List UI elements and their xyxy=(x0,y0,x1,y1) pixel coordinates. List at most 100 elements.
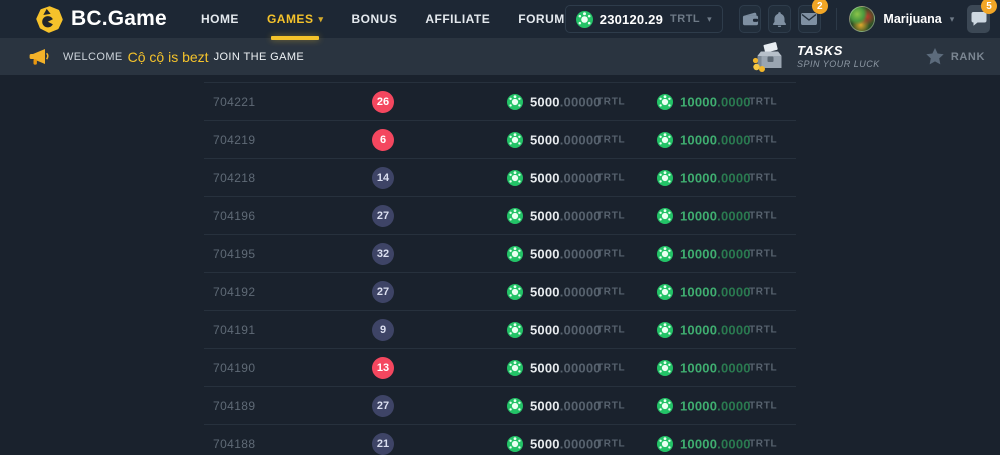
coin-icon xyxy=(657,322,673,338)
coin-icon xyxy=(507,94,523,110)
table-row[interactable]: 704218 14 5000.00000 TRTL 10000.0000 TRT… xyxy=(204,158,796,196)
coin-icon xyxy=(657,360,673,376)
bet-id: 704192 xyxy=(213,285,255,299)
bet-amount-main: 5000 xyxy=(530,208,560,223)
win-amount-main: 10000 xyxy=(680,322,717,337)
nav-forum[interactable]: FORUM xyxy=(518,0,565,38)
bet-amount-main: 5000 xyxy=(530,436,560,451)
coin-icon xyxy=(507,246,523,262)
win-amount-main: 10000 xyxy=(680,208,717,223)
coin-icon xyxy=(507,436,523,452)
chat-badge: 5 xyxy=(981,0,997,14)
bet-amount: 5000.00000 xyxy=(530,170,601,185)
coin-icon xyxy=(507,208,523,224)
bet-currency: TRTL xyxy=(597,400,625,411)
chat-icon xyxy=(971,12,987,26)
tasks-widget[interactable]: TASKS SPIN YOUR LUCK xyxy=(751,42,880,72)
brand-name: BC.Game xyxy=(71,7,167,31)
win-amount-main: 10000 xyxy=(680,246,717,261)
win-amount-main: 10000 xyxy=(680,132,717,147)
user-name: Marijuana xyxy=(883,12,941,26)
chat-button[interactable]: 5 xyxy=(967,5,990,33)
table-row[interactable]: 704189 27 5000.00000 TRTL 10000.0000 TRT… xyxy=(204,386,796,424)
win-amount-main: 10000 xyxy=(680,398,717,413)
win-currency: TRTL xyxy=(749,362,777,373)
messages-button[interactable]: 2 xyxy=(798,5,821,33)
welcome-username: Cộ cộ is bezt xyxy=(128,49,209,65)
bet-amount-main: 5000 xyxy=(530,94,560,109)
bet-amount-decimals: .00000 xyxy=(560,208,601,223)
table-row[interactable]: 704190 13 5000.00000 TRTL 10000.0000 TRT… xyxy=(204,348,796,386)
table-row[interactable]: 704221 26 5000.00000 TRTL 10000.0000 TRT… xyxy=(204,82,796,120)
bet-id: 704189 xyxy=(213,399,255,413)
win-currency: TRTL xyxy=(749,210,777,221)
coin-icon xyxy=(657,94,673,110)
result-badge: 9 xyxy=(372,319,394,341)
coin-icon xyxy=(507,284,523,300)
brand-logo[interactable]: BC.Game xyxy=(36,6,167,33)
win-amount-main: 10000 xyxy=(680,94,717,109)
bet-amount-decimals: .00000 xyxy=(560,436,601,451)
bet-amount: 5000.00000 xyxy=(530,246,601,261)
win-currency: TRTL xyxy=(749,438,777,449)
user-menu[interactable]: Marijuana ▾ xyxy=(849,6,954,32)
bet-amount-decimals: .00000 xyxy=(560,94,601,109)
balance-selector[interactable]: 230120.29 TRTL ▾ xyxy=(565,5,723,33)
win-amount: 10000.0000 xyxy=(680,436,751,451)
wallet-button[interactable] xyxy=(739,5,762,33)
nav-bonus[interactable]: BONUS xyxy=(351,0,397,38)
coin-icon xyxy=(507,132,523,148)
table-row[interactable]: 704219 6 5000.00000 TRTL 10000.0000 TRTL xyxy=(204,120,796,158)
welcome-cta: JOIN THE GAME xyxy=(214,51,305,63)
bet-id: 704191 xyxy=(213,323,255,337)
bet-amount: 5000.00000 xyxy=(530,360,601,375)
bet-amount-decimals: .00000 xyxy=(560,170,601,185)
win-currency: TRTL xyxy=(749,248,777,259)
win-amount-decimals: .0000 xyxy=(717,398,751,413)
coin-icon xyxy=(657,132,673,148)
top-navigation-bar: BC.Game HOME GAMES▾ BONUS AFFILIATE FORU… xyxy=(0,0,1000,38)
star-icon xyxy=(926,48,944,65)
result-badge: 27 xyxy=(372,395,394,417)
bet-amount-main: 5000 xyxy=(530,360,560,375)
bet-amount: 5000.00000 xyxy=(530,398,601,413)
chevron-down-icon: ▾ xyxy=(318,14,323,25)
bets-table: 704221 26 5000.00000 TRTL 10000.0000 TRT… xyxy=(204,82,796,455)
win-amount: 10000.0000 xyxy=(680,284,751,299)
win-amount: 10000.0000 xyxy=(680,322,751,337)
bet-amount-decimals: .00000 xyxy=(560,284,601,299)
table-row[interactable]: 704196 27 5000.00000 TRTL 10000.0000 TRT… xyxy=(204,196,796,234)
table-row[interactable]: 704191 9 5000.00000 TRTL 10000.0000 TRTL xyxy=(204,310,796,348)
bet-amount-main: 5000 xyxy=(530,246,560,261)
win-amount-decimals: .0000 xyxy=(717,94,751,109)
coin-icon xyxy=(657,170,673,186)
bet-amount: 5000.00000 xyxy=(530,94,601,109)
win-currency: TRTL xyxy=(749,324,777,335)
result-badge: 27 xyxy=(372,205,394,227)
win-currency: TRTL xyxy=(749,172,777,183)
treasure-chest-icon xyxy=(751,42,788,72)
bet-amount: 5000.00000 xyxy=(530,322,601,337)
nav-home[interactable]: HOME xyxy=(201,0,239,38)
bet-currency: TRTL xyxy=(597,286,625,297)
tasks-subtitle: SPIN YOUR LUCK xyxy=(797,59,880,70)
table-row[interactable]: 704188 21 5000.00000 TRTL 10000.0000 TRT… xyxy=(204,424,796,455)
win-amount: 10000.0000 xyxy=(680,398,751,413)
bet-amount: 5000.00000 xyxy=(530,208,601,223)
bet-amount-decimals: .00000 xyxy=(560,246,601,261)
result-badge: 32 xyxy=(372,243,394,265)
win-amount-main: 10000 xyxy=(680,436,717,451)
win-amount-decimals: .0000 xyxy=(717,284,751,299)
win-amount-main: 10000 xyxy=(680,284,717,299)
rank-widget[interactable]: RANK xyxy=(926,48,985,65)
tasks-text: TASKS SPIN YOUR LUCK xyxy=(797,43,880,69)
bet-amount-main: 5000 xyxy=(530,170,560,185)
bet-amount-decimals: .00000 xyxy=(560,132,601,147)
win-amount-decimals: .0000 xyxy=(717,360,751,375)
nav-games[interactable]: GAMES▾ xyxy=(267,0,324,38)
nav-affiliate[interactable]: AFFILIATE xyxy=(425,0,490,38)
table-row[interactable]: 704195 32 5000.00000 TRTL 10000.0000 TRT… xyxy=(204,234,796,272)
win-amount: 10000.0000 xyxy=(680,360,751,375)
notifications-button[interactable] xyxy=(768,5,791,33)
table-row[interactable]: 704192 27 5000.00000 TRTL 10000.0000 TRT… xyxy=(204,272,796,310)
